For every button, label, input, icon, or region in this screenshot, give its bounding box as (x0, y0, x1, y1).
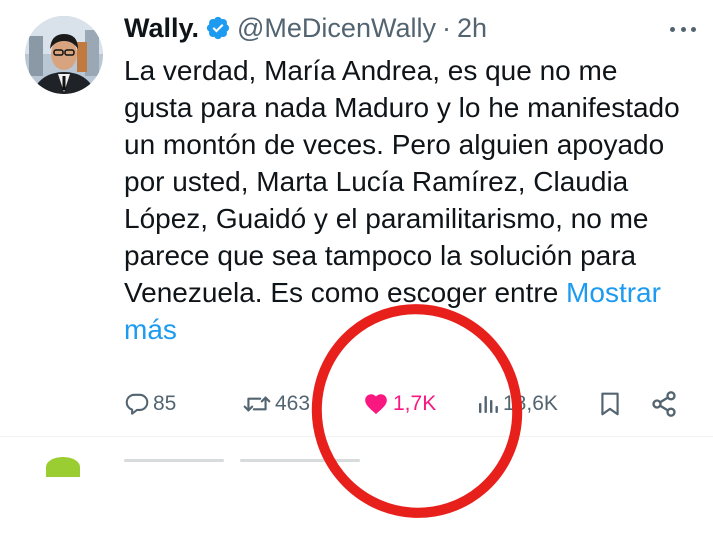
retweet-button[interactable]: 463 (242, 386, 310, 422)
heart-icon (362, 391, 390, 417)
tweet-text: La verdad, María Andrea, es que no me gu… (124, 52, 684, 348)
reply-count: 85 (153, 392, 177, 415)
avatar[interactable] (25, 16, 103, 94)
reply-button[interactable]: 85 (124, 386, 176, 422)
share-icon (650, 390, 678, 418)
action-bar: 85 463 1,7K 18,6K (124, 386, 684, 422)
reply-icon (124, 391, 150, 417)
next-tweet-preview (0, 437, 713, 477)
author-name[interactable]: Wally. (124, 13, 199, 44)
retweet-count: 463 (275, 392, 311, 415)
like-count: 1,7K (393, 392, 437, 415)
verified-badge-icon (205, 15, 231, 41)
share-button[interactable] (650, 386, 678, 422)
views-bar-chart-icon (476, 391, 500, 417)
timestamp[interactable]: 2h (457, 13, 487, 44)
retweet-icon (242, 391, 272, 417)
header-separator: · (441, 12, 451, 43)
bookmark-icon (597, 390, 623, 418)
next-tweet-avatar (46, 457, 80, 477)
tweet-header: Wally. @MeDicenWally · 2h (124, 8, 487, 48)
views-button[interactable]: 18,6K (476, 386, 558, 422)
author-handle[interactable]: @MeDicenWally (237, 13, 436, 44)
tweet[interactable]: Wally. @MeDicenWally · 2h La verdad, Mar… (0, 0, 713, 436)
like-button[interactable]: 1,7K (362, 386, 436, 422)
tweet-text-content: La verdad, María Andrea, es que no me gu… (124, 55, 680, 308)
more-dots-icon[interactable] (670, 16, 696, 42)
views-count: 18,6K (503, 392, 558, 415)
avatar-image (25, 16, 103, 94)
bookmark-button[interactable] (597, 386, 623, 422)
